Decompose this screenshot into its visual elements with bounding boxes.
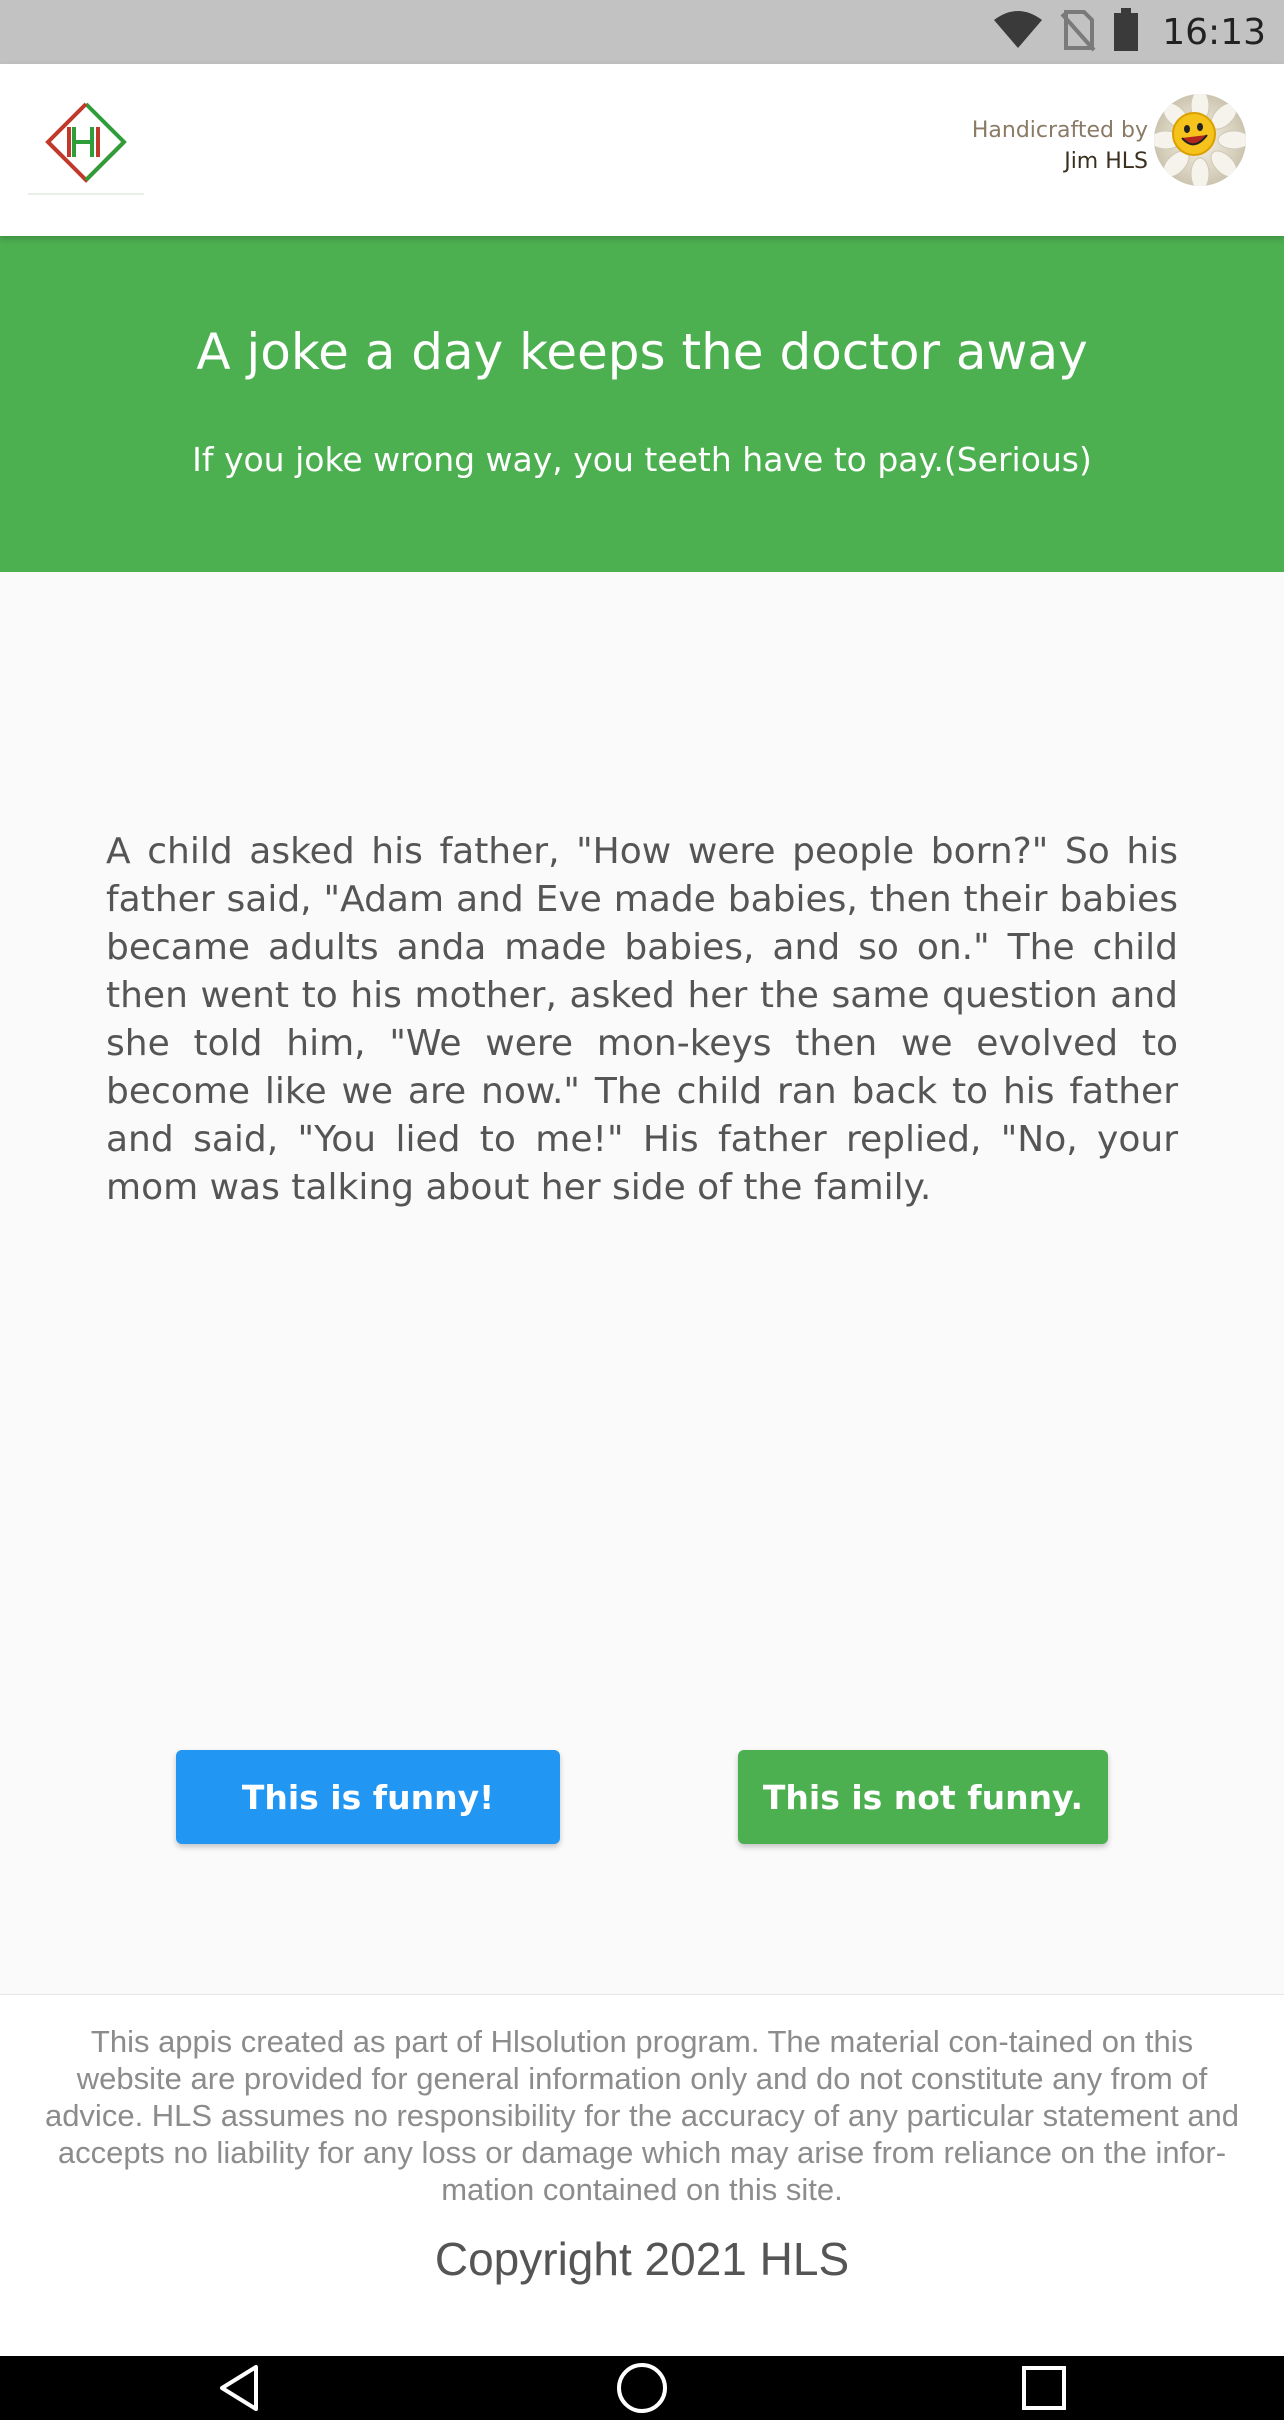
funny-button[interactable]: This is funny!	[176, 1750, 560, 1844]
footer: This appis created as part of Hlsolution…	[0, 1994, 1284, 2357]
back-icon[interactable]	[210, 2358, 270, 2418]
handicrafted-credit: Handicrafted by Jim HLS	[972, 116, 1148, 178]
status-time: 16:13	[1162, 11, 1266, 53]
hls-logo[interactable]	[24, 98, 148, 202]
status-bar: 16:13	[0, 0, 1284, 64]
app-header: Handicrafted by Jim HLS	[0, 64, 1284, 236]
no-sim-icon	[1060, 8, 1096, 56]
credit-author: Jim HLS	[1064, 149, 1148, 174]
footer-copyright: Copyright 2021 HLS	[434, 2233, 850, 2285]
battery-icon	[1112, 8, 1140, 56]
page-title: A joke a day keeps the doctor away	[196, 323, 1088, 381]
recents-icon[interactable]	[1014, 2358, 1074, 2418]
credit-line1: Handicrafted by	[971, 118, 1148, 143]
wifi-icon	[992, 10, 1044, 54]
joke-text: A child asked his father, "How were peop…	[106, 831, 1178, 1208]
home-icon[interactable]	[612, 2358, 672, 2418]
navigation-bar	[0, 2356, 1284, 2420]
footer-disclaimer: This appis created as part of Hlsolution…	[44, 2024, 1240, 2207]
smiley-flower-icon	[1154, 94, 1246, 186]
status-icons: 16:13	[992, 0, 1266, 64]
hero-banner: A joke a day keeps the doctor away If yo…	[0, 236, 1284, 572]
page-subtitle: If you joke wrong way, you teeth have to…	[192, 440, 1092, 479]
not-funny-button[interactable]: This is not funny.	[738, 1750, 1108, 1844]
